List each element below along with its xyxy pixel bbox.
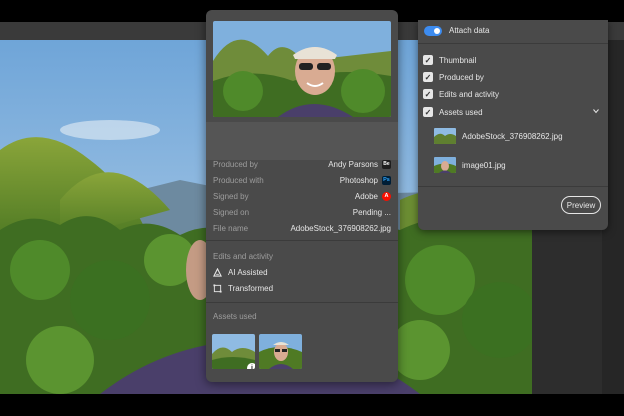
meta-file-name: File name AdobeStock_376908262.jpg bbox=[213, 221, 391, 235]
checkbox-produced-by[interactable]: ✓ bbox=[423, 72, 433, 82]
asset-name: image01.jpg bbox=[462, 160, 506, 170]
meta-key: Signed by bbox=[213, 191, 249, 201]
option-label: Produced by bbox=[439, 73, 484, 82]
edit-label: Transformed bbox=[228, 284, 274, 293]
preview-button[interactable]: Preview bbox=[561, 196, 601, 214]
meta-key: File name bbox=[213, 223, 249, 233]
meta-produced-with: Produced with Photoshop Ps bbox=[213, 173, 391, 187]
divider bbox=[206, 302, 398, 303]
meta-value: Photoshop bbox=[339, 175, 378, 185]
ai-assisted-icon bbox=[213, 268, 222, 277]
meta-value: Andy Parsons bbox=[328, 159, 378, 169]
credential-thumbnail bbox=[213, 21, 391, 117]
behance-icon: Be bbox=[382, 159, 391, 169]
checkmark-icon: ✓ bbox=[424, 55, 432, 65]
divider bbox=[418, 43, 608, 44]
attach-data-label: Attach data bbox=[449, 26, 490, 35]
panel-band bbox=[206, 122, 398, 160]
meta-value: Adobe bbox=[354, 191, 378, 201]
checkbox-edits[interactable]: ✓ bbox=[423, 89, 433, 99]
toggle-knob bbox=[434, 28, 440, 34]
transform-icon bbox=[213, 284, 222, 293]
meta-key: Signed on bbox=[213, 207, 250, 217]
checkmark-icon: ✓ bbox=[424, 89, 432, 99]
meta-value: Pending ... bbox=[352, 207, 391, 217]
assets-title: Assets used bbox=[213, 312, 257, 321]
meta-signed-by: Signed by Adobe A bbox=[213, 189, 391, 203]
checkmark-icon: ✓ bbox=[424, 107, 432, 117]
option-label: Thumbnail bbox=[439, 56, 477, 65]
meta-value: AdobeStock_376908262.jpg bbox=[290, 223, 391, 233]
meta-key: Produced by bbox=[213, 159, 258, 169]
asset-thumb bbox=[434, 157, 456, 173]
asset-item: AdobeStock_376908262.jpg bbox=[434, 128, 563, 144]
asset-thumb-stock[interactable]: i bbox=[212, 334, 255, 369]
adobe-icon: A bbox=[382, 191, 391, 201]
meta-produced-by: Produced by Andy Parsons Be bbox=[213, 157, 391, 171]
export-options-panel: Attach data ✓ Thumbnail ✓ Produced by ✓ … bbox=[418, 20, 608, 230]
asset-thumb-portrait[interactable] bbox=[259, 334, 302, 369]
bottom-black-bar bbox=[0, 394, 624, 416]
meta-signed-on: Signed on Pending ... bbox=[213, 205, 391, 219]
asset-thumb bbox=[434, 128, 456, 144]
edit-transformed: Transformed bbox=[213, 284, 273, 293]
asset-thumbnails: i bbox=[212, 334, 302, 369]
asset-name: AdobeStock_376908262.jpg bbox=[462, 131, 563, 141]
photoshop-icon: Ps bbox=[382, 175, 391, 185]
asset-item: image01.jpg bbox=[434, 157, 506, 173]
edits-title: Edits and activity bbox=[213, 252, 274, 261]
divider bbox=[418, 186, 608, 187]
divider bbox=[206, 240, 398, 241]
chevron-down-icon[interactable] bbox=[593, 108, 599, 114]
option-label: Edits and activity bbox=[439, 90, 500, 99]
checkbox-assets-used[interactable]: ✓ bbox=[423, 107, 433, 117]
content-credentials-panel: Produced by Andy Parsons Be Produced with… bbox=[206, 10, 398, 382]
meta-key: Produced with bbox=[213, 175, 264, 185]
option-label: Assets used bbox=[439, 108, 483, 117]
checkbox-thumbnail[interactable]: ✓ bbox=[423, 55, 433, 65]
info-icon[interactable]: i bbox=[247, 363, 255, 369]
edit-label: AI Assisted bbox=[228, 268, 268, 277]
attach-data-toggle[interactable] bbox=[424, 26, 442, 36]
checkmark-icon: ✓ bbox=[424, 72, 432, 82]
edit-ai-assisted: AI Assisted bbox=[213, 268, 268, 277]
